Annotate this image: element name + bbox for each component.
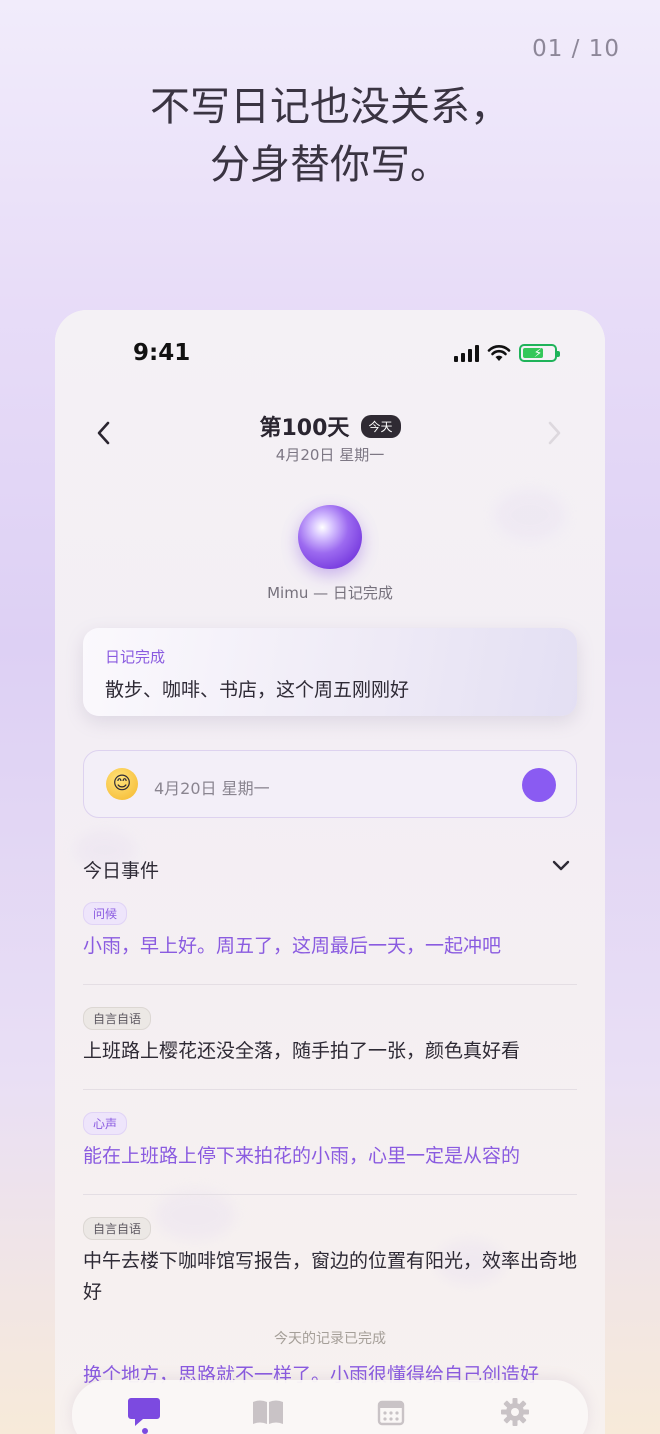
diary-summary-card[interactable]: 日记完成 散步、咖啡、书店，这个周五刚刚好 (83, 628, 577, 716)
event-text: 能在上班路上停下来拍花的小雨，心里一定是从容的 (83, 1145, 521, 1167)
nav-date-subtitle: 4月20日 星期一 (275, 446, 385, 464)
nav-bar: 第100天 今天 4月20日 星期一 (55, 402, 605, 472)
page-counter: 01 / 10 (532, 36, 620, 62)
avatar-caption: Mimu — 日记完成 (267, 584, 393, 602)
list-item: 问候 小雨，早上好。周五了，这周最后一天，一起冲吧 (83, 900, 577, 985)
chevron-down-icon[interactable] (551, 854, 571, 879)
status-icons: ⚡ (454, 344, 560, 362)
smile-emoji-icon[interactable]: 😊 (106, 768, 138, 800)
signal-icon (454, 344, 479, 362)
forward-chevron-icon[interactable] (547, 420, 563, 452)
event-tag: 心声 (83, 1112, 128, 1135)
book-icon (253, 1400, 283, 1424)
events-title: 今日事件 (83, 860, 160, 882)
event-tag: 问候 (83, 902, 128, 925)
status-bar: 9:41 ⚡ (55, 340, 605, 372)
event-text: 小雨，早上好。周五了，这周最后一天，一起冲吧 (83, 935, 502, 957)
chat-icon (128, 1398, 160, 1426)
hero-headline: 不写日记也没关系， 分身替你写。 (0, 78, 660, 194)
tab-diary[interactable] (248, 1392, 288, 1432)
tab-calendar[interactable] (371, 1392, 411, 1432)
tab-chat[interactable] (124, 1392, 164, 1432)
bottom-tab-bar (72, 1380, 588, 1434)
hero-line-2: 分身替你写。 (210, 142, 450, 188)
calendar-icon (377, 1400, 405, 1426)
status-time: 9:41 (133, 340, 191, 366)
hero-line-1: 不写日记也没关系， (150, 84, 510, 130)
events-header[interactable]: 今日事件 (83, 856, 577, 886)
completion-note: 今天的记录已完成 (274, 1331, 386, 1347)
avatar-orb[interactable] (298, 505, 362, 569)
mood-entry-date: 4月20日 星期一 (154, 779, 270, 798)
events-list: 问候 小雨，早上好。周五了，这周最后一天，一起冲吧 自言自语 上班路上樱花还没全… (83, 900, 577, 1350)
background-blob (495, 490, 565, 540)
event-text: 中午去楼下咖啡馆写报告，窗边的位置有阳光，效率出奇地好 (83, 1250, 578, 1303)
nav-title: 第100天 今天 (55, 410, 605, 442)
tab-settings[interactable] (495, 1392, 535, 1432)
event-tag: 自言自语 (83, 1007, 152, 1030)
wifi-icon (487, 345, 511, 361)
event-tag: 自言自语 (83, 1217, 152, 1240)
summary-label: 日记完成 (105, 648, 166, 666)
record-button[interactable] (522, 768, 556, 802)
list-item: 自言自语 中午去楼下咖啡馆写报告，窗边的位置有阳光，效率出奇地好 (83, 1215, 577, 1330)
gear-icon (501, 1398, 529, 1426)
active-tab-indicator (142, 1428, 148, 1434)
summary-text: 散步、咖啡、书店，这个周五刚刚好 (105, 679, 410, 701)
list-item: 心声 能在上班路上停下来拍花的小雨，心里一定是从容的 (83, 1110, 577, 1195)
event-text: 上班路上樱花还没全落，随手拍了一张，颜色真好看 (83, 1040, 521, 1062)
phone-screen: 9:41 ⚡ 第100天 今天 4月20日 星期一 Mimu — 日记完成 日记… (55, 310, 605, 1434)
list-item: 自言自语 上班路上樱花还没全落，随手拍了一张，颜色真好看 (83, 1005, 577, 1090)
battery-icon: ⚡ (519, 344, 560, 362)
mood-entry-bar[interactable]: 😊 4月20日 星期一 (83, 750, 577, 818)
day-count-title: 第100天 (259, 416, 350, 441)
today-badge: 今天 (360, 414, 401, 438)
